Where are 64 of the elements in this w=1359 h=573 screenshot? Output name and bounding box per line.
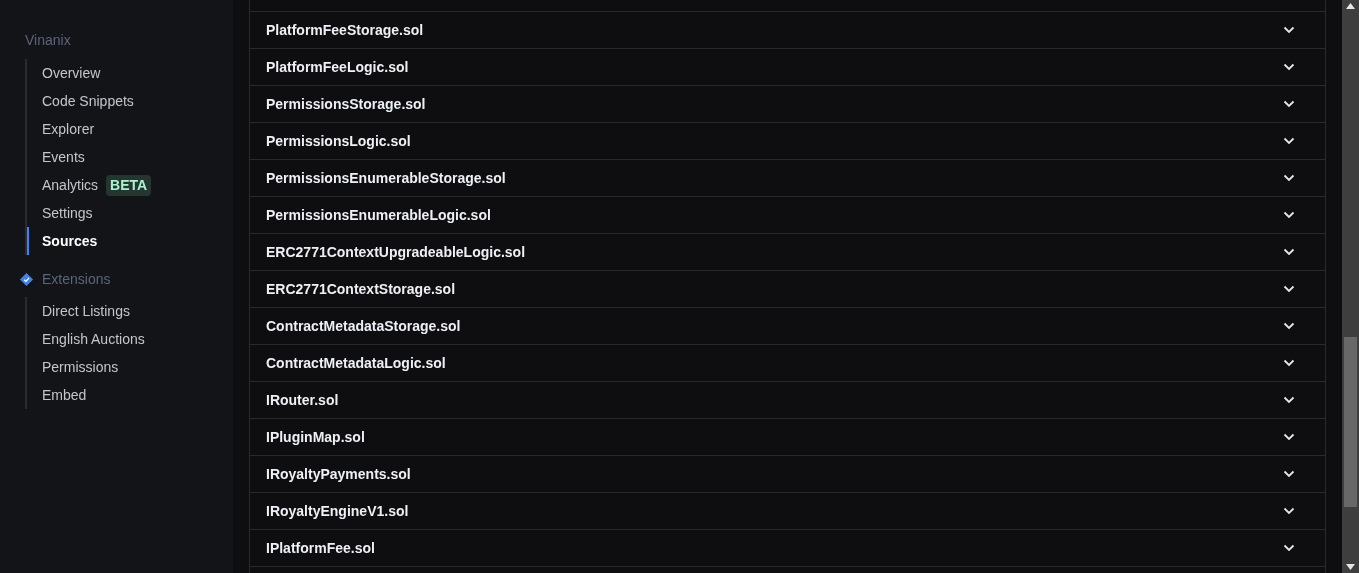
file-name: PermissionsLogic.sol (266, 131, 411, 151)
chevron-icon[interactable] (1283, 359, 1295, 367)
chevron-icon[interactable] (1283, 211, 1295, 219)
source-row[interactable]: IPluginMap.sol (250, 418, 1325, 455)
file-name: IPluginMap.sol (266, 427, 365, 447)
nav-item[interactable]: Direct Listings (27, 297, 233, 325)
file-name: ContractMetadataLogic.sol (266, 353, 446, 373)
section-title: Extensions (42, 269, 111, 289)
chevron-icon[interactable] (1283, 285, 1295, 293)
source-row[interactable]: ContractMetadataLogic.sol (250, 344, 1325, 381)
file-name: IRoyaltyEngineV1.sol (266, 501, 409, 521)
chevron-icon[interactable] (1283, 26, 1295, 34)
chevron-icon[interactable] (1283, 248, 1295, 256)
file-name: IRouter.sol (266, 390, 339, 410)
chevron-icon[interactable] (1283, 544, 1295, 552)
nav-item[interactable]: Explorer (27, 115, 233, 143)
file-name: ERC2771ContextStorage.sol (266, 279, 456, 299)
nav-item[interactable]: Embed (27, 381, 233, 409)
file-name: IPlatformFee.sol (266, 538, 375, 558)
source-row[interactable]: PlatformFeeStorage.sol (250, 11, 1325, 48)
chevron-icon[interactable] (1283, 396, 1295, 404)
source-row[interactable]: PlatformFeeLogic.sol (250, 48, 1325, 85)
source-row[interactable]: IRoyaltyPayments.sol (250, 455, 1325, 492)
scroll-down-icon[interactable] (1346, 564, 1355, 570)
chevron-icon[interactable] (1283, 174, 1295, 182)
file-name: PermissionsStorage.sol (266, 94, 426, 114)
file-name: PermissionsEnumerableStorage.sol (266, 168, 506, 188)
source-row[interactable]: ContractMetadataStorage.sol (250, 307, 1325, 344)
source-row[interactable]: IPlatformFee.sol (250, 529, 1325, 566)
file-name: PlatformFeeStorage.sol (266, 20, 424, 40)
source-row[interactable]: PermissionsLogic.sol (250, 122, 1325, 159)
chevron-icon[interactable] (1283, 507, 1295, 515)
project-title: Vinanix (25, 31, 72, 50)
file-name: IRoyaltyPayments.sol (266, 464, 411, 484)
source-row[interactable]: ERC2771ContextStorage.sol (250, 270, 1325, 307)
file-name: ERC2771ContextUpgradeableLogic.sol (266, 242, 526, 262)
source-row[interactable]: PermissionsEnumerableLogic.sol (250, 196, 1325, 233)
nav-item[interactable]: Permissions (27, 353, 233, 381)
beta-badge: BETA (106, 174, 152, 196)
source-row[interactable]: ERC2771ContextUpgradeableLogic.sol (250, 233, 1325, 270)
verified-diamond-icon (19, 271, 34, 287)
source-row[interactable]: IRouter.sol (250, 381, 1325, 418)
nav-item[interactable]: Code Snippets (27, 87, 233, 115)
nav-item[interactable]: Overview (27, 59, 233, 87)
chevron-icon[interactable] (1283, 100, 1295, 108)
source-row[interactable]: IRoyaltyEngineV1.sol (250, 492, 1325, 529)
scrollbar[interactable] (1342, 0, 1359, 573)
chevron-icon[interactable] (1283, 470, 1295, 478)
chevron-icon[interactable] (1283, 433, 1295, 441)
chevron-icon[interactable] (1283, 137, 1295, 145)
chevron-icon[interactable] (1283, 322, 1295, 330)
scroll-up-icon[interactable] (1346, 3, 1355, 9)
nav-item[interactable]: English Auctions (27, 325, 233, 353)
file-name: PermissionsEnumerableLogic.sol (266, 205, 491, 225)
nav-item[interactable]: Events (27, 143, 233, 171)
nav-item[interactable]: Settings (27, 199, 233, 227)
file-name: ContractMetadataStorage.sol (266, 316, 461, 336)
source-row[interactable]: PermissionsStorage.sol (250, 85, 1325, 122)
chevron-icon[interactable] (1283, 63, 1295, 71)
source-row[interactable]: PermissionsEnumerableStorage.sol (250, 159, 1325, 196)
scrollbar-thumb[interactable] (1344, 336, 1357, 507)
file-name: PlatformFeeLogic.sol (266, 57, 409, 77)
nav-item[interactable]: Sources (27, 227, 233, 255)
nav-item[interactable]: Analytics BETA (27, 171, 233, 199)
